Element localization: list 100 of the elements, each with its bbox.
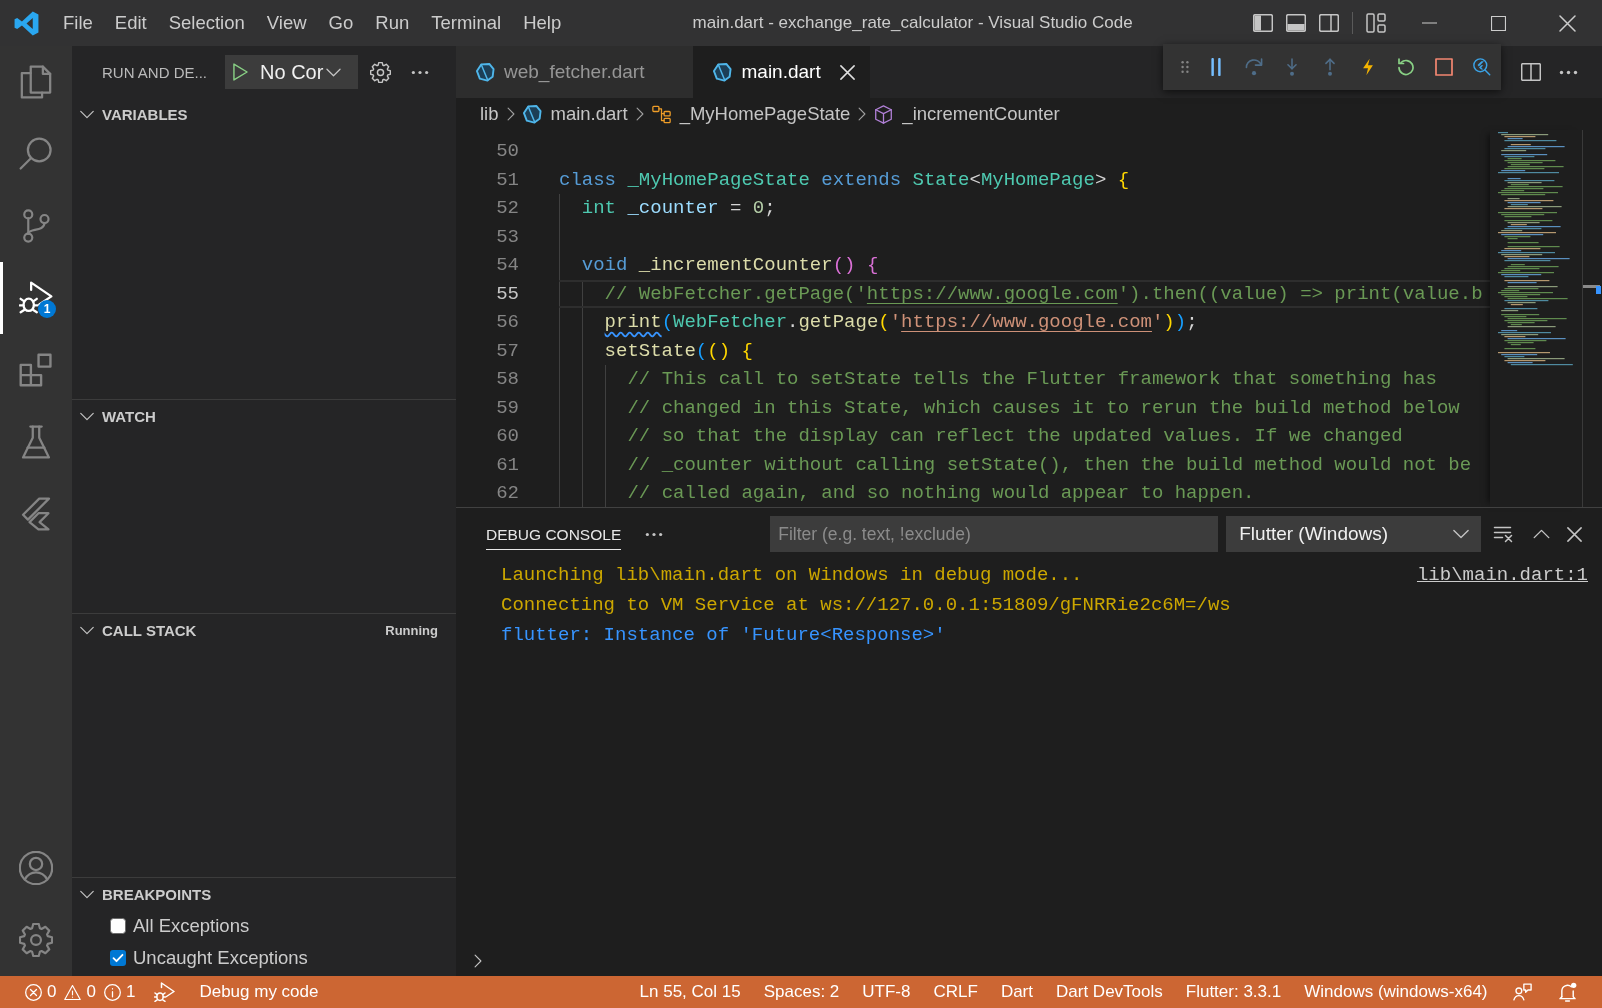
window-title: main.dart - exchange_rate_calculator - Visual Studio Code [692,13,1133,33]
console-line: Connecting to VM Service at ws://127.0.0.1:51809/gFNRRie2c6M=/ws [501,594,1231,616]
chevron-right-icon [858,107,867,121]
close-icon[interactable] [1567,526,1583,542]
more-icon[interactable] [645,531,664,537]
more-icon[interactable] [1559,69,1578,75]
checkbox[interactable] [110,918,126,934]
layout-right-icon[interactable] [1319,14,1339,32]
close-icon[interactable] [839,64,855,80]
menu-item[interactable]: View [255,7,318,39]
chevron-down-icon[interactable] [80,411,94,421]
line-number: 59 [495,395,519,421]
line-number: 50 [495,139,519,164]
breadcrumb[interactable]: _MyHomePageState [651,103,851,125]
line-number: 52 [495,196,519,221]
caret-icon [326,67,342,77]
launch-config-dropdown[interactable]: No Cor [260,60,342,84]
status-bar-item[interactable]: Windows (windows-x64) [1292,976,1499,1008]
status-bar-item[interactable]: Dart DevTools [1044,976,1175,1008]
panel-tab[interactable]: DEBUG CONSOLE [486,518,622,550]
class-icon [651,104,671,124]
menu-item[interactable]: Terminal [420,7,513,39]
scrollbar[interactable] [1582,130,1602,507]
section-title[interactable]: WATCH [102,407,156,425]
menu-item[interactable]: Go [317,7,365,39]
breadcrumb[interactable]: _incrementCounter [874,103,1060,125]
filter-field[interactable]: Filter (e.g. text, !exclude) [770,516,1219,552]
status-bar-item[interactable]: CRLF [922,976,990,1008]
layout-left-icon[interactable] [1253,14,1273,32]
file-type-icon [476,62,495,82]
console-line: Launching lib\main.dart on Windows in debug mode... [501,564,1083,586]
line-number: 60 [495,424,519,449]
status-bar-item[interactable]: Flutter: 3.3.1 [1174,976,1293,1008]
line-number: 53 [495,224,519,250]
line-number: 58 [495,367,519,392]
chevron-down-icon[interactable] [80,889,94,899]
status-bar-item[interactable]: Ln 55, Col 15 [628,976,753,1008]
launch-config-button[interactable]: Debug my code [148,976,325,1008]
caret-icon [1453,529,1470,539]
stop-icon[interactable] [1435,58,1453,76]
close-icon[interactable] [1559,14,1576,32]
feedback-icon[interactable] [1513,983,1532,1001]
cube-icon [874,104,894,124]
problem-count[interactable]: 0 [86,982,96,1002]
section-title[interactable]: CALL STACK [102,621,197,639]
files-icon[interactable] [19,65,53,99]
flask-icon[interactable] [19,425,53,459]
status-bar-item[interactable]: Dart [989,976,1045,1008]
app-logo-icon [14,10,39,36]
file-type-icon [522,104,542,124]
checkbox[interactable] [110,950,126,966]
section-title[interactable]: VARIABLES [102,105,188,123]
menu-item[interactable]: Edit [103,7,158,39]
menu-item[interactable]: Help [512,7,573,39]
code-line: void _incrementCounter() { [580,254,879,277]
split-editor-icon[interactable] [1521,63,1541,81]
menu-item[interactable]: Selection [157,7,256,39]
account-icon[interactable] [19,851,53,885]
source-link[interactable]: lib\main.dart:1 [1416,564,1588,586]
error-icon[interactable] [25,983,42,1001]
menu-item[interactable]: Run [364,7,421,39]
code-line: // called again, and so nothing would appear to happen. [626,482,1255,505]
editor-tab[interactable]: main.dart [693,46,870,98]
run-debug-icon[interactable] [19,281,53,315]
breakpoint-label: All Exceptions [133,915,250,937]
layout-bottom-icon[interactable] [1286,14,1306,32]
restart-icon[interactable] [1397,58,1415,76]
extensions-icon[interactable] [19,353,53,387]
chevron-right-icon [635,107,644,121]
status-bar-item[interactable]: UTF-8 [850,976,922,1008]
status-bar-item[interactable]: Spaces: 2 [752,976,851,1008]
breadcrumb[interactable]: lib [480,103,499,125]
info-icon[interactable] [103,983,121,1001]
magnifier-icon[interactable] [1473,58,1491,76]
status-label: Running [385,622,438,638]
chevron-down-icon[interactable] [80,109,94,119]
play-icon[interactable] [233,63,248,81]
clear-console-icon[interactable] [1493,525,1514,543]
more-icon[interactable] [411,69,429,75]
maximize-icon[interactable] [1491,15,1506,31]
code-line: // _counter without calling setState(), then the build method would not be [626,453,1472,476]
section-title[interactable]: BREAKPOINTS [102,885,212,903]
menu-item[interactable]: File [52,7,104,39]
layout-grid-icon[interactable] [1366,13,1386,33]
warning-icon[interactable] [64,983,82,1001]
settings-icon[interactable] [370,61,391,83]
session-dropdown[interactable]: Flutter (Windows) [1226,516,1482,552]
problem-count[interactable]: 1 [125,982,136,1002]
editor-tab[interactable]: web_fetcher.dart [456,46,694,98]
chevron-down-icon[interactable] [80,625,94,635]
grip-icon[interactable] [1181,60,1189,74]
code-line: int _counter = 0; [580,197,776,220]
problem-count[interactable]: 0 [47,982,57,1002]
line-number: 55 [495,281,519,307]
chevrons-icon[interactable] [19,497,53,531]
line-number: 56 [495,310,519,335]
search-icon[interactable] [19,137,53,171]
chevron-up-icon[interactable] [1533,529,1551,539]
bell-icon[interactable] [1559,982,1577,1002]
breadcrumb[interactable]: main.dart [522,103,628,125]
